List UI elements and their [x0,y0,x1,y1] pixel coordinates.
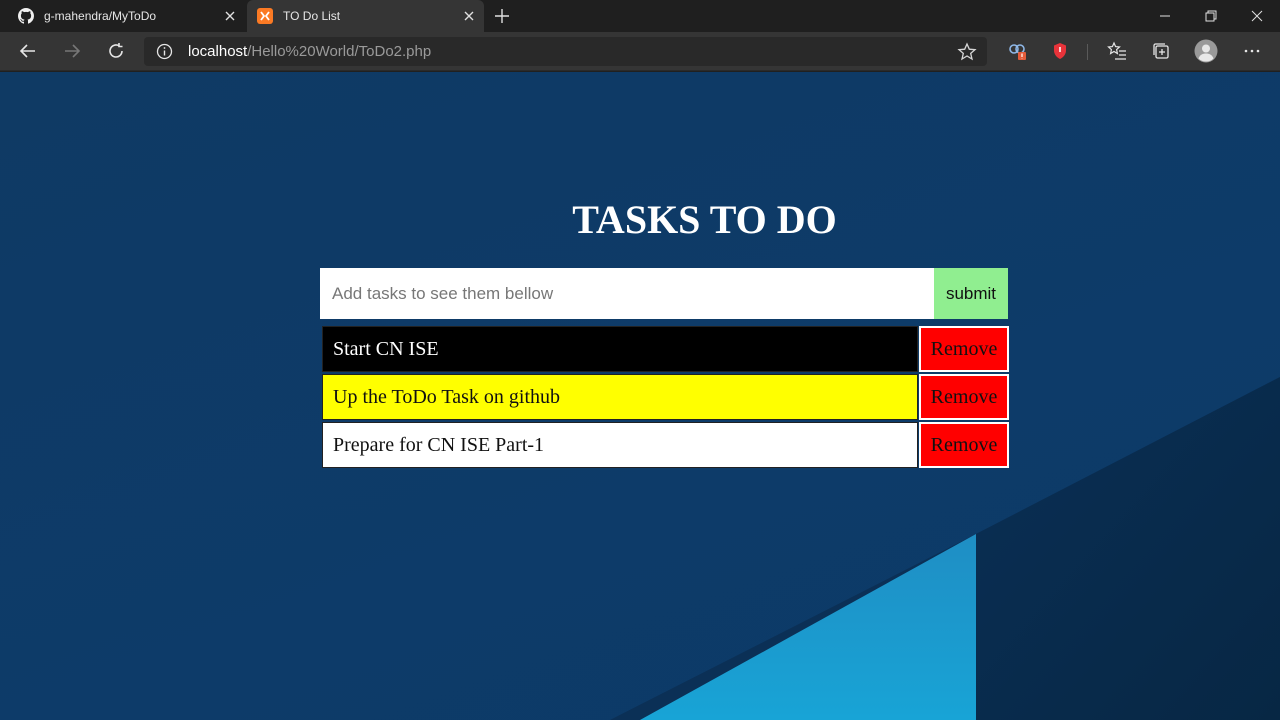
favorite-star-icon[interactable] [957,42,977,62]
url-path: /Hello%20World/ToDo2.php [247,43,432,60]
more-menu-button[interactable] [1241,40,1263,62]
tab-github[interactable]: g-mahendra/MyToDo [0,0,245,32]
profile-button[interactable] [1194,39,1218,63]
info-icon[interactable] [156,43,173,60]
page-viewport: TASKS TO DO submit Start CN ISE Remove U… [0,72,1280,720]
favorites-button[interactable] [1106,40,1128,62]
github-icon [18,8,34,24]
minimize-button[interactable] [1142,0,1188,32]
remove-button[interactable]: Remove [919,326,1009,372]
address-bar[interactable]: localhost/Hello%20World/ToDo2.php [144,37,987,66]
xampp-icon [257,8,273,24]
tab-title: g-mahendra/MyToDo [44,9,157,23]
extension-icon [1009,44,1026,60]
back-arrow-icon [19,44,35,58]
new-tab-icon[interactable] [492,6,512,26]
favorites-list-icon [1107,41,1126,60]
task-item: Start CN ISE [322,326,918,372]
url-text: localhost/Hello%20World/ToDo2.php [188,43,431,60]
back-button[interactable] [17,40,39,62]
shield-icon [1054,43,1066,59]
window-close-button[interactable] [1234,0,1280,32]
task-input[interactable] [320,268,934,319]
toolbar-separator [1087,44,1088,60]
minimize-icon [1160,15,1170,17]
tab-bar: g-mahendra/MyToDo TO Do List [0,0,1280,32]
close-icon [1251,10,1263,22]
avatar [1194,39,1218,63]
restore-icon [1205,10,1217,22]
close-icon[interactable] [222,8,238,24]
task-item: Prepare for CN ISE Part-1 [322,422,918,468]
collections-icon [1153,43,1169,59]
extension-button[interactable] [1006,40,1028,62]
close-icon[interactable] [461,8,477,24]
forward-arrow-icon [65,44,81,58]
submit-button[interactable]: submit [934,268,1008,319]
remove-button[interactable]: Remove [919,374,1009,420]
shield-extension-button[interactable] [1049,40,1071,62]
restore-button[interactable] [1188,0,1234,32]
more-options-icon [1244,49,1260,53]
tab-title: TO Do List [283,9,341,23]
refresh-icon [109,43,123,58]
task-item: Up the ToDo Task on github [322,374,918,420]
collections-button[interactable] [1150,40,1172,62]
browser-toolbar: localhost/Hello%20World/ToDo2.php [0,32,1280,71]
url-host: localhost [188,43,248,60]
page-title: TASKS TO DO [572,197,837,242]
refresh-button[interactable] [105,40,127,62]
remove-button[interactable]: Remove [919,422,1009,468]
forward-button[interactable] [61,40,83,62]
tab-todo-list[interactable]: TO Do List [247,0,484,32]
